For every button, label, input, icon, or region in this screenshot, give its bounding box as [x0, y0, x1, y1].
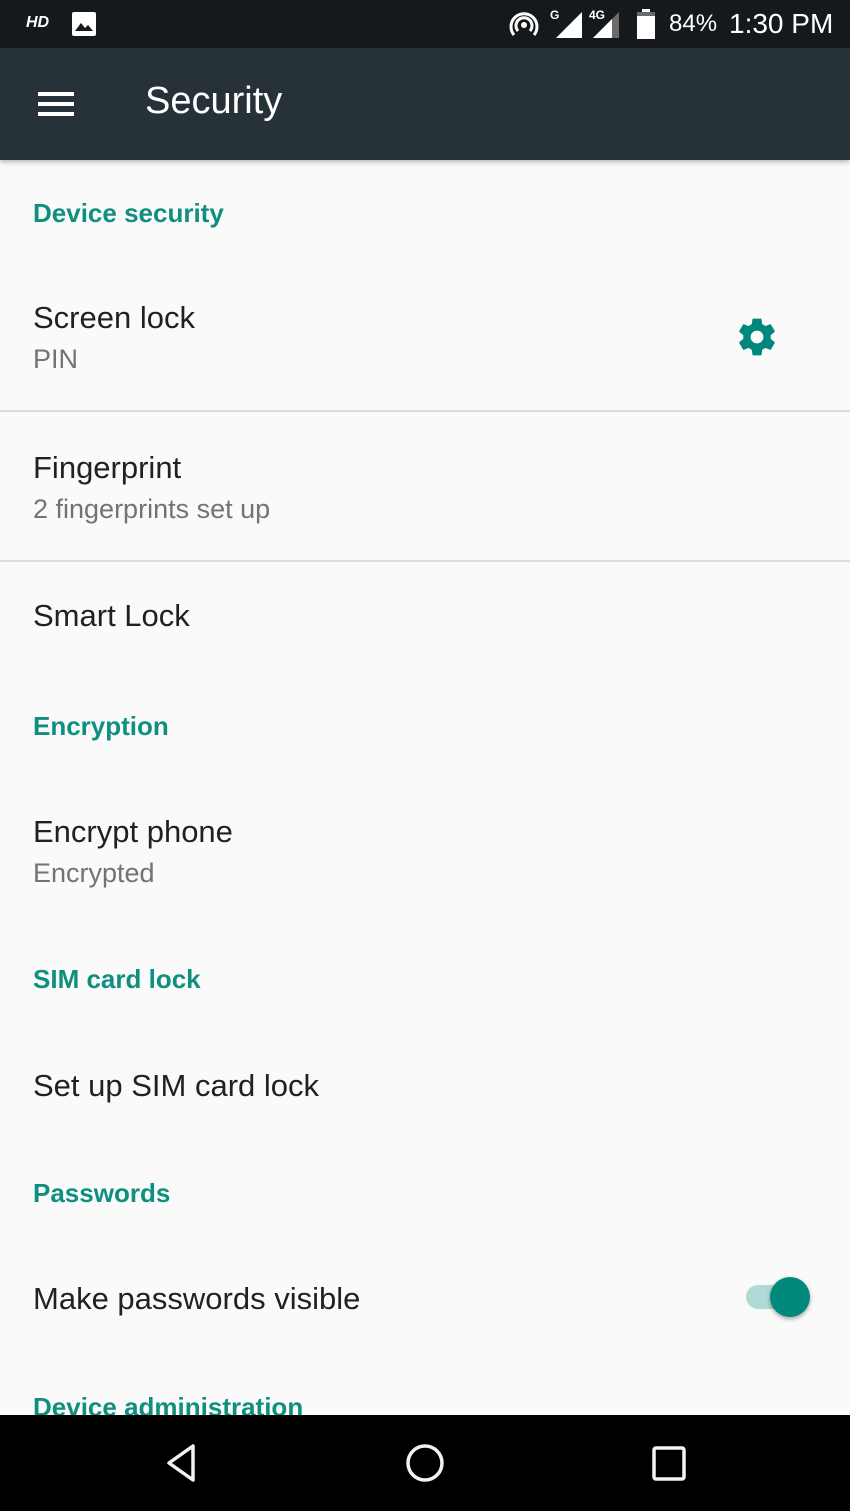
- pref-summary: Encrypted: [33, 858, 155, 888]
- svg-text:G: G: [550, 8, 559, 22]
- pref-smart-lock[interactable]: Smart Lock: [0, 562, 850, 672]
- pref-screen-lock[interactable]: Screen lock PIN: [0, 272, 850, 410]
- image-icon: [72, 12, 96, 36]
- status-bar: HD G 4G 84% 1:30 PM: [0, 0, 850, 48]
- back-icon[interactable]: [152, 1435, 212, 1491]
- signal-g-icon: G: [550, 8, 582, 38]
- app-bar: Security: [0, 48, 850, 160]
- battery-icon: [637, 9, 655, 39]
- signal-4g-icon: 4G: [589, 8, 619, 38]
- pref-set-up-sim-card-lock[interactable]: Set up SIM card lock: [0, 1030, 850, 1140]
- pref-encrypt-phone[interactable]: Encrypt phone Encrypted: [0, 780, 850, 910]
- make-passwords-visible-toggle[interactable]: [744, 1276, 812, 1320]
- pref-make-passwords-visible[interactable]: Make passwords visible: [0, 1245, 850, 1353]
- section-header-device-security: Device security: [33, 198, 224, 228]
- pref-summary: PIN: [33, 344, 79, 374]
- pref-title: Smart Lock: [33, 598, 190, 633]
- clock: 1:30 PM: [729, 8, 834, 39]
- toggle-thumb: [770, 1277, 810, 1317]
- battery-percent: 84%: [669, 10, 718, 37]
- pref-title: Fingerprint: [33, 450, 182, 485]
- pref-title: Encrypt phone: [33, 814, 233, 849]
- navigation-bar: [0, 1415, 850, 1511]
- recents-icon[interactable]: [639, 1435, 699, 1491]
- section-header-device-administration: Device administration: [33, 1392, 304, 1415]
- svg-text:4G: 4G: [589, 8, 605, 22]
- hamburger-menu-icon[interactable]: [28, 80, 84, 128]
- section-header-encryption: Encryption: [33, 711, 169, 741]
- hd-icon: HD: [26, 14, 50, 31]
- pref-title: Make passwords visible: [33, 1281, 361, 1316]
- pref-title: Set up SIM card lock: [33, 1068, 320, 1103]
- section-header-sim-card-lock: SIM card lock: [33, 964, 201, 994]
- hotspot-icon: [509, 12, 539, 36]
- pref-fingerprint[interactable]: Fingerprint 2 fingerprints set up: [0, 412, 850, 560]
- settings-list[interactable]: Device security Screen lock PIN Fingerpr…: [0, 160, 850, 1415]
- section-header-passwords: Passwords: [33, 1178, 171, 1208]
- pref-title: Screen lock: [33, 300, 195, 335]
- page-title: Security: [145, 80, 283, 122]
- pref-summary: 2 fingerprints set up: [33, 494, 271, 524]
- gear-icon[interactable]: [735, 315, 779, 359]
- home-icon[interactable]: [395, 1435, 455, 1491]
